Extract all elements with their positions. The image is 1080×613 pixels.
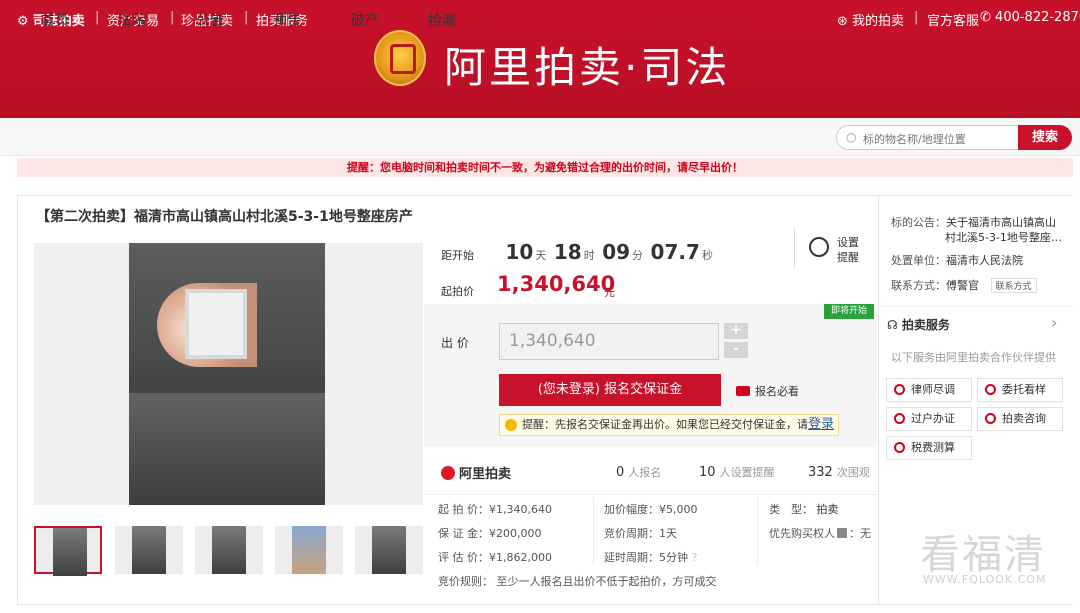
service-tax[interactable]: 税费测算 (886, 436, 972, 460)
item-title: 【第二次拍卖】福清市高山镇高山村北溪5-3-1地号整座房产 (36, 209, 413, 225)
info-start-price: 起 拍 价：¥1,340,640 (438, 503, 552, 516)
info-delay: 延时周期：5分钟 ? (604, 551, 698, 564)
tab-bargain[interactable]: 捡漏 (428, 10, 456, 30)
signup-deposit-button[interactable]: (您未登录) 报名交保证金 (499, 374, 721, 406)
coins-icon (736, 386, 750, 396)
reminder-count: 10 人设置提醒 (699, 465, 775, 480)
thumbnail-5[interactable] (355, 526, 423, 574)
service-transfer[interactable]: 过户办证 (886, 407, 972, 431)
search-icon: ○ (846, 130, 857, 144)
service-inspect[interactable]: 委托看样 (977, 378, 1063, 402)
help-icon[interactable]: ? (692, 551, 698, 564)
thumbnail-1[interactable] (34, 526, 102, 576)
service-consult[interactable]: 拍卖咨询 (977, 407, 1063, 431)
start-price-value: 1,340,640 (497, 272, 616, 296)
countdown: 距开始 10 天 18 时 09 分 07.7 秒 (441, 240, 713, 264)
contact-row: 联系方式：傅警官 联系方式 (891, 277, 1037, 293)
notice-link[interactable]: 关于福清市高山镇高山 (946, 216, 1056, 229)
calculator-icon (894, 442, 905, 453)
watermark: 看福清 (920, 532, 1046, 578)
info-type: 类 型： 拍卖 (769, 503, 839, 516)
info-increment: 加价幅度：¥5,000 (604, 503, 698, 516)
lawyer-icon (894, 384, 905, 395)
phone-icon: ✆ (980, 10, 991, 25)
search-button[interactable]: 搜索 (1018, 125, 1072, 150)
auction-service-title[interactable]: ☊ 拍卖服务 (887, 316, 950, 333)
user-icon: ⊛ (837, 14, 848, 29)
bid-amount-input[interactable]: 1,340,640 (499, 323, 719, 360)
info-deposit: 保 证 金：¥200,000 (438, 527, 542, 540)
thumbnail-4[interactable] (275, 526, 343, 574)
service-desc: 以下服务由阿里拍卖合作伙伴提供 (891, 351, 1056, 364)
lightbulb-icon (505, 419, 517, 431)
start-price-unit: 元 (604, 286, 615, 299)
decrease-bid-button[interactable]: - (724, 342, 748, 358)
phone-number: ✆ 400-822-2870 (980, 10, 1080, 25)
location-icon (985, 384, 996, 395)
view-count: 332 次围观 (808, 465, 870, 480)
document-icon (894, 413, 905, 424)
thumbnail-3[interactable] (195, 526, 263, 574)
login-tip: 提醒：先报名交保证金再出价。如果您已经交付保证金，请登录 (499, 414, 839, 436)
set-reminder-button[interactable]: 设置 提醒 (794, 228, 866, 268)
alarm-clock-icon (809, 237, 829, 257)
tab-preview[interactable]: 预告 (273, 10, 301, 30)
court-emblem-logo (374, 30, 426, 86)
headset-icon: ☊ (887, 318, 898, 332)
my-auction-link[interactable]: ⊛ 我的拍卖 (837, 10, 904, 29)
info-cycle: 竞价周期：1天 (604, 527, 677, 540)
contact-button[interactable]: 联系方式 (990, 278, 1037, 293)
signup-count: 0 人报名 (616, 465, 662, 480)
search-input[interactable]: ○ 标的物名称/地理位置 (836, 125, 1020, 150)
tab-court[interactable]: 法院 (118, 10, 146, 30)
start-price-label: 起拍价 (441, 285, 474, 298)
time-warning: 提醒：您电脑时间和拍卖时间不一致，为避免错过合理的出价时间，请尽早出价！ (17, 158, 1073, 177)
bidding-rule: 竞价规则： 至少一人报名且出价不低于起拍价，方可成交 (438, 575, 717, 588)
tab-home[interactable]: 首页 (41, 10, 69, 30)
ali-logo-icon (441, 466, 455, 480)
room-photo (129, 243, 325, 505)
ali-auction-logo: 阿里拍卖 (441, 463, 511, 482)
site-title[interactable]: 阿里拍卖·司法 (444, 34, 730, 95)
info-appraisal: 评 估 价：¥1,862,000 (438, 551, 552, 564)
notice-row: 标的公告：关于福清市高山镇高山 (891, 216, 1056, 229)
chat-icon (985, 413, 996, 424)
tab-notice[interactable]: 公告 (196, 10, 224, 30)
tab-bankrupt[interactable]: 破产 (351, 10, 379, 30)
info-icon[interactable] (837, 528, 847, 538)
login-link[interactable]: 登录 (808, 417, 834, 432)
bid-label: 出 价 (441, 336, 469, 350)
customer-service-link[interactable]: 官方客服 (927, 10, 979, 29)
info-priority: 优先购买权人 ：无 (769, 527, 871, 540)
increase-bid-button[interactable]: + (724, 323, 748, 339)
chevron-right-icon[interactable]: › (1051, 313, 1057, 332)
service-lawyer[interactable]: 律师尽调 (886, 378, 972, 402)
must-read-link[interactable]: 报名必看 (736, 383, 799, 399)
thumbnail-2[interactable] (115, 526, 183, 574)
unit-row: 处置单位：福清市人民法院 (891, 254, 1023, 267)
watermark-url: WWW.FQLOOK.COM (923, 573, 1047, 586)
status-badge: 即将开始 (824, 304, 874, 319)
